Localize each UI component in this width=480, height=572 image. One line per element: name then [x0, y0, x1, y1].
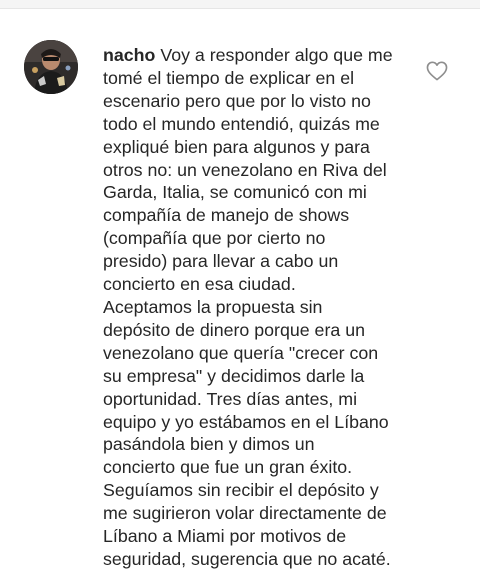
comment-text-line: tomé el tiempo de explicar en el: [103, 67, 355, 88]
comment-text-line: concierto en esa ciudad.: [103, 274, 296, 295]
comment-text-line: Aceptamos la propuesta sin: [103, 296, 323, 317]
comment-text-line: (compañía que por cierto no: [103, 228, 326, 249]
comment-text-line: pasándola bien y dimos un: [103, 434, 315, 455]
comment-text-line: Seguíamos sin recibir el depósito y: [103, 480, 379, 501]
comment-text-line: depósito de dinero porque era un: [103, 319, 365, 340]
comment-text-line: Líbano a Miami por motivos de: [103, 526, 347, 547]
comment-text-line: presido) para llevar a cabo un: [103, 251, 339, 272]
heart-icon: [426, 61, 448, 81]
comment-text-line: Voy a responder algo que me: [155, 45, 393, 65]
comment-first-line: nacho Voy a responder algo que me: [103, 44, 421, 67]
comment-text-line: equipo y yo estábamos en el Líbano: [103, 411, 389, 432]
comment-text-line: todo el mundo entendió, quizás me: [103, 113, 380, 134]
comment-text-line: venezolano que quería "crecer con: [103, 342, 379, 363]
avatar[interactable]: [24, 40, 78, 94]
comment-text-line: otros no: un venezolano en Riva del: [103, 159, 387, 180]
like-button[interactable]: [426, 61, 448, 81]
comment-text-line: oportunidad. Tres días antes, mi: [103, 388, 358, 409]
comment-text-line: su empresa" y decidimos darle la: [103, 365, 365, 386]
comment: nacho Voy a responder algo que me tomé e…: [0, 8, 480, 572]
comment-text-line: expliqué bien para algunos y para: [103, 136, 370, 157]
username[interactable]: nacho: [103, 45, 155, 65]
comment-text-line: concierto que fue un gran éxito.: [103, 457, 353, 478]
comment-text-line: me sugirieron volar directamente de: [103, 503, 387, 524]
comment-text-line: Garda, Italia, se comunicó con mi: [103, 182, 367, 203]
comment-body: nacho Voy a responder algo que me tomé e…: [103, 44, 421, 571]
comment-text-line: seguridad, sugerencia que no acaté.: [103, 548, 391, 569]
comment-text-line: escenario pero que por lo visto no: [103, 90, 371, 111]
avatar-image: [24, 40, 78, 94]
comment-text-line: compañía de manejo de shows: [103, 205, 350, 226]
